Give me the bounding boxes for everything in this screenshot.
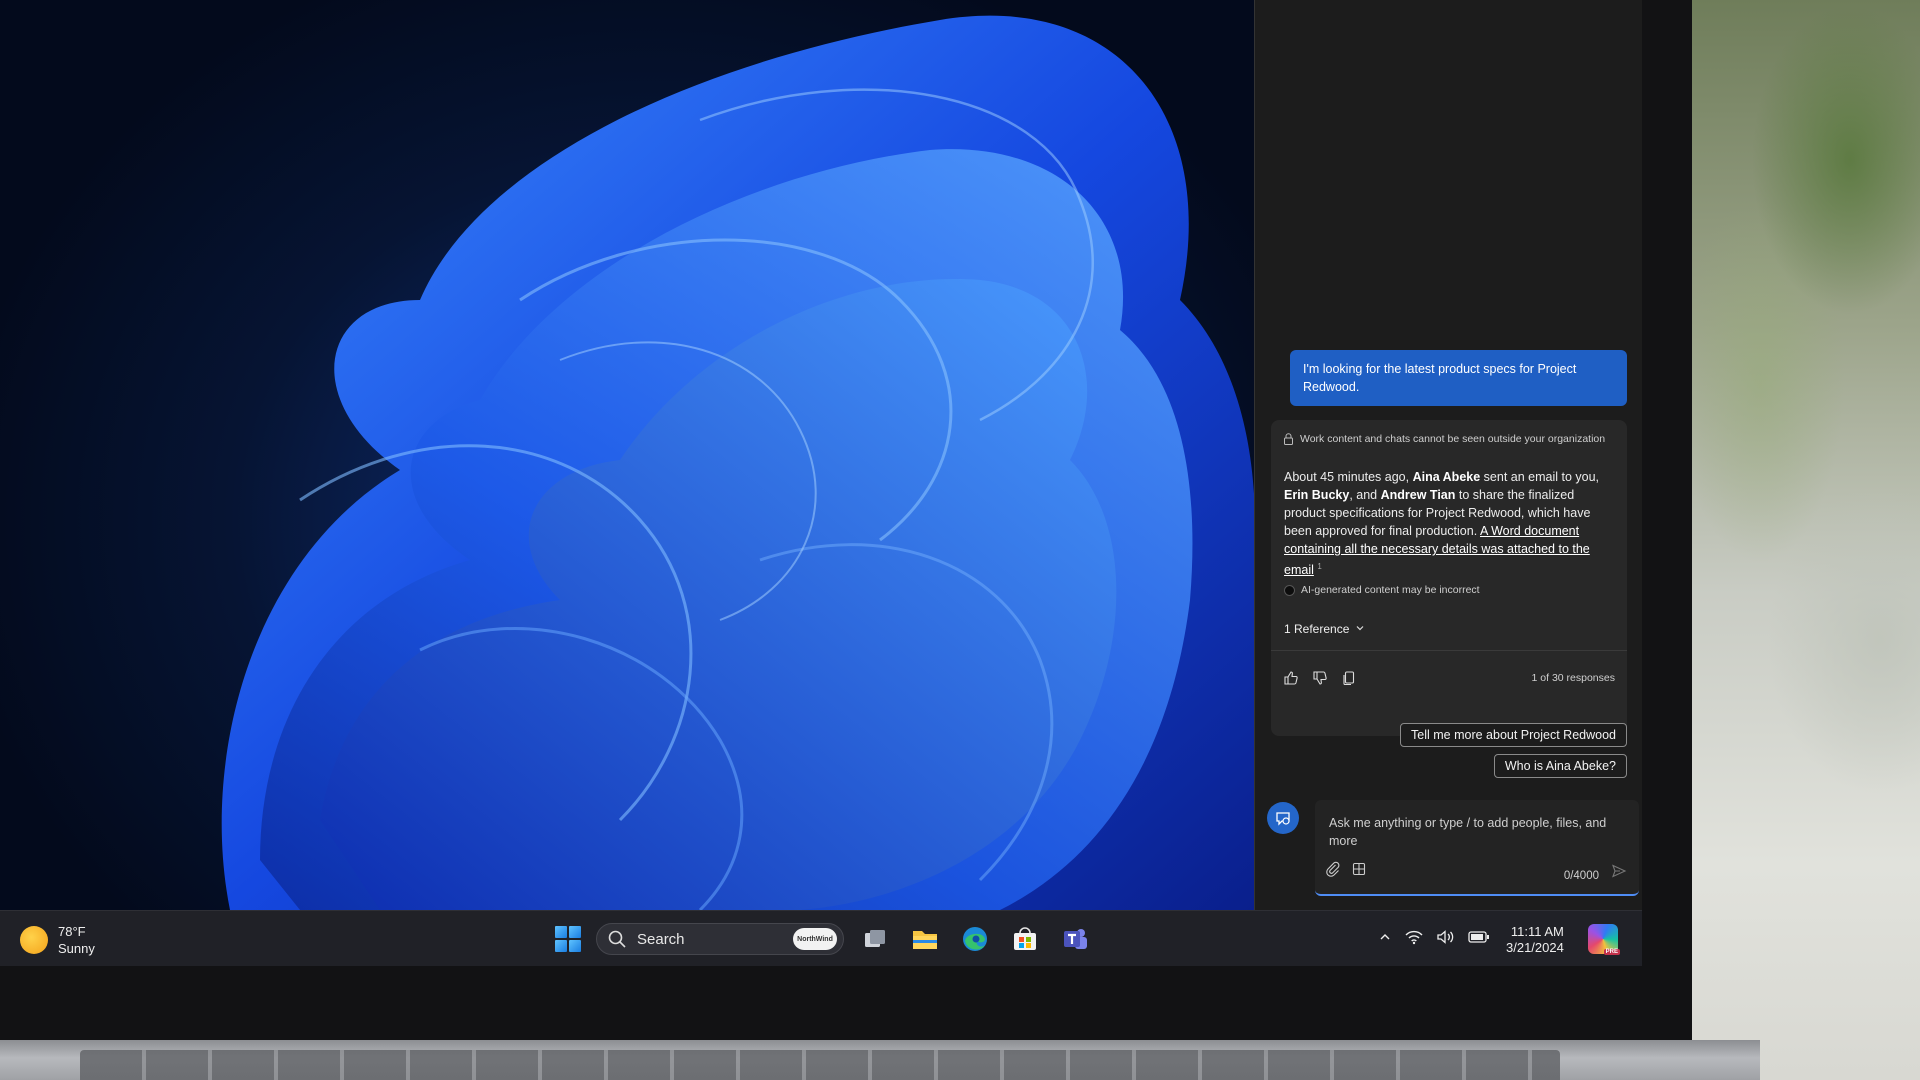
laptop-screen: I'm looking for the latest product specs… bbox=[0, 0, 1642, 966]
chat-input-box[interactable]: Ask me anything or type / to add people,… bbox=[1315, 800, 1639, 896]
org-badge: NorthWind bbox=[793, 928, 837, 950]
suggestion-chip[interactable]: Who is Aina Abeke? bbox=[1493, 754, 1627, 778]
clock-date: 3/21/2024 bbox=[1506, 940, 1564, 955]
user-message-bubble: I'm looking for the latest product specs… bbox=[1290, 350, 1627, 406]
copilot-pane: I'm looking for the latest product specs… bbox=[1254, 0, 1642, 910]
teams-button[interactable] bbox=[1056, 920, 1094, 958]
ai-disclaimer-text: AI-generated content may be incorrect bbox=[1301, 584, 1480, 596]
weather-temp: 78°F bbox=[58, 924, 86, 939]
copy-icon bbox=[1343, 671, 1355, 686]
weather-condition: Sunny bbox=[58, 941, 95, 956]
keyboard-keys bbox=[80, 1050, 1560, 1080]
thumbs-up-button[interactable] bbox=[1277, 664, 1305, 692]
new-topic-button[interactable] bbox=[1267, 802, 1299, 834]
response-text: About 45 minutes ago, Aina Abeke sent an… bbox=[1284, 468, 1609, 579]
response-part: , and bbox=[1349, 488, 1381, 502]
copilot-response-card: Work content and chats cannot be seen ou… bbox=[1271, 420, 1627, 736]
search-label: Search bbox=[637, 930, 685, 948]
windows-start-icon[interactable] bbox=[552, 923, 584, 955]
edge-icon bbox=[963, 927, 987, 951]
wifi-icon[interactable] bbox=[1404, 929, 1424, 950]
taskbar-center: Search NorthWind bbox=[552, 919, 1094, 959]
suggestion-chip[interactable]: Tell me more about Project Redwood bbox=[1400, 723, 1627, 747]
thumbs-down-icon bbox=[1313, 671, 1327, 685]
task-view-icon bbox=[865, 930, 885, 947]
weather-widget[interactable]: 78°F Sunny bbox=[20, 923, 95, 957]
person-name: Andrew Tian bbox=[1380, 488, 1456, 502]
desktop-wallpaper bbox=[0, 0, 1254, 910]
store-button[interactable] bbox=[1006, 920, 1044, 958]
store-icon bbox=[1014, 927, 1036, 950]
file-explorer-icon bbox=[913, 931, 937, 949]
search-icon bbox=[608, 930, 626, 948]
taskbar-clock[interactable]: 11:11 AM 3/21/2024 bbox=[1506, 924, 1564, 956]
person-name: Aina Abeke bbox=[1412, 470, 1481, 484]
chat-input-placeholder: Ask me anything or type / to add people,… bbox=[1329, 816, 1607, 848]
chevron-up-icon[interactable] bbox=[1378, 930, 1392, 949]
taskbar: 78°F Sunny Search NorthWind 11:11 AM 3/2… bbox=[0, 910, 1642, 966]
char-counter: 0/4000 bbox=[1563, 870, 1599, 882]
chevron-down-icon bbox=[1355, 622, 1365, 636]
person-name: Erin Bucky bbox=[1284, 488, 1350, 502]
battery-icon[interactable] bbox=[1468, 930, 1490, 949]
blurred-background bbox=[1690, 0, 1920, 1080]
response-part: About 45 minutes ago, bbox=[1284, 470, 1413, 484]
references-toggle[interactable]: 1 Reference bbox=[1284, 622, 1365, 636]
chat-bubble-icon bbox=[1276, 812, 1290, 826]
compose-tools bbox=[1325, 861, 1367, 882]
send-button[interactable] bbox=[1611, 863, 1627, 884]
taskbar-search[interactable]: Search NorthWind bbox=[596, 923, 844, 955]
response-count: 1 of 30 responses bbox=[1531, 672, 1615, 684]
response-actions: 1 of 30 responses bbox=[1277, 662, 1621, 694]
bloom-wallpaper-art bbox=[221, 15, 1254, 910]
edge-button[interactable] bbox=[956, 920, 994, 958]
info-dot-icon bbox=[1284, 584, 1295, 596]
file-explorer-button[interactable] bbox=[906, 920, 944, 958]
lock-icon bbox=[1283, 433, 1294, 445]
volume-icon[interactable] bbox=[1436, 929, 1456, 950]
weather-text: 78°F Sunny bbox=[58, 923, 95, 957]
preview-badge: PRE bbox=[1603, 949, 1620, 955]
sun-icon bbox=[20, 926, 48, 954]
clock-time: 11:11 AM bbox=[1510, 924, 1564, 939]
copy-button[interactable] bbox=[1335, 664, 1363, 692]
thumbs-up-icon bbox=[1284, 671, 1298, 685]
teams-icon bbox=[1064, 929, 1087, 949]
attach-icon[interactable] bbox=[1325, 861, 1341, 882]
card-divider bbox=[1271, 650, 1627, 651]
copilot-taskbar-button[interactable]: PRE bbox=[1588, 924, 1620, 955]
privacy-notice-text: Work content and chats cannot be seen ou… bbox=[1300, 433, 1606, 445]
ai-disclaimer: AI-generated content may be incorrect bbox=[1284, 584, 1480, 596]
references-label: 1 Reference bbox=[1284, 622, 1350, 636]
system-tray bbox=[1378, 919, 1490, 959]
prompts-grid-icon[interactable] bbox=[1351, 861, 1367, 882]
task-view-button[interactable] bbox=[856, 920, 894, 958]
privacy-notice: Work content and chats cannot be seen ou… bbox=[1283, 433, 1617, 445]
response-part: sent an email to you, bbox=[1480, 470, 1600, 484]
photo-scene: I'm looking for the latest product specs… bbox=[0, 0, 1920, 1080]
send-icon bbox=[1612, 864, 1627, 878]
thumbs-down-button[interactable] bbox=[1306, 664, 1334, 692]
citation-marker[interactable]: 1 bbox=[1317, 562, 1321, 571]
